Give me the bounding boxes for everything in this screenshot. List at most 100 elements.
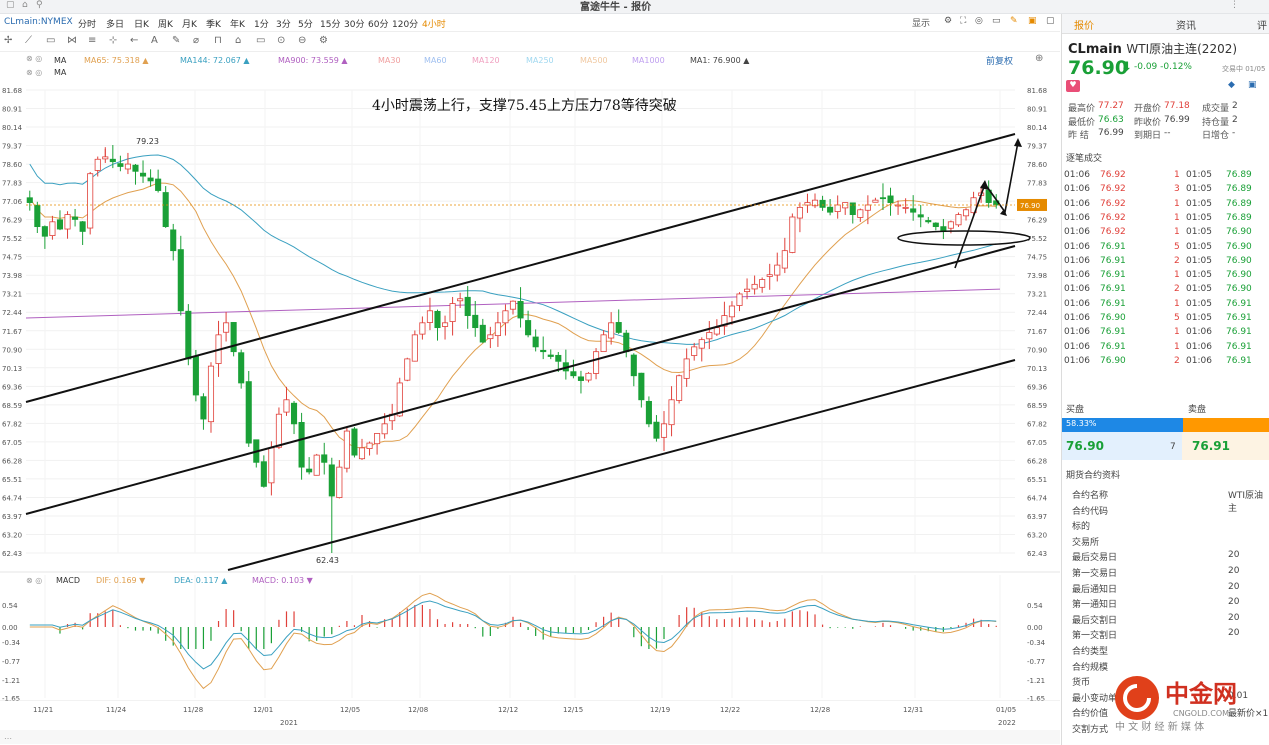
info-value: 20 (1228, 566, 1240, 576)
ma-legend-8[interactable]: MA500 (580, 56, 608, 65)
expand-icon[interactable]: ▣ (1028, 16, 1037, 26)
pencil-icon[interactable]: ✎ (172, 35, 180, 46)
period-9[interactable]: 5分 (298, 17, 313, 30)
candle-body (819, 199, 826, 208)
tick-row: 01:06 76.91 1 01:06 76.91 (1062, 342, 1269, 356)
tick-price-2: 76.91 (1226, 313, 1252, 323)
price-chart[interactable]: 81.68 80.91 80.14 79.37 78.60 77.83 77.06 76.29… (0, 80, 1060, 720)
legend-eye-icon-2[interactable]: ⊗ ◎ (26, 68, 42, 77)
cursor-icon[interactable]: ✢ (4, 35, 12, 46)
ma-legend-5[interactable]: MA60 (424, 56, 447, 65)
tick-time: 01:06 (1064, 313, 1090, 323)
legend-eye-icon[interactable]: ⊗ ◎ (26, 54, 42, 63)
down-arrow-icon: ⬇ (1121, 60, 1132, 75)
more-icon[interactable]: ⋮ (1230, 0, 1239, 10)
camera-icon[interactable]: ◎ (975, 16, 983, 26)
ma-legend-2[interactable]: MA144: 72.067 ▲ (180, 56, 250, 65)
close-icon[interactable]: ▢ (1046, 16, 1055, 26)
back-icon[interactable]: ⌂ (22, 0, 28, 10)
settings-icon[interactable]: ⚙ (319, 35, 328, 46)
share-icon[interactable]: ▣ (1248, 80, 1257, 90)
add-icon[interactable]: ⊕ (1035, 53, 1043, 64)
window-icon[interactable]: ▭ (992, 16, 1001, 26)
price-tick-left: 72.44 (2, 309, 23, 317)
period-7[interactable]: 1分 (254, 17, 269, 30)
tick-qty: 2 (1174, 355, 1180, 366)
tick-row: 01:06 76.91 1 01:05 76.91 (1062, 299, 1269, 313)
eye-icon[interactable]: ⊙ (277, 35, 285, 46)
magnet-icon[interactable]: ⊓ (214, 35, 222, 46)
price-tick-right: 73.98 (1027, 272, 1047, 280)
channel-icon[interactable]: ≡ (88, 35, 96, 46)
period-4[interactable]: 月K (182, 17, 197, 30)
ma-legend-3[interactable]: MA900: 73.559 ▲ (278, 56, 348, 65)
tab-0[interactable]: 报价 (1074, 17, 1094, 32)
symbol-label[interactable]: CLmain:NYMEX (4, 17, 73, 27)
candle-body (132, 164, 139, 172)
period-11[interactable]: 30分 (344, 17, 364, 30)
tick-price: 76.91 (1100, 298, 1126, 309)
period-2[interactable]: 日K (134, 17, 149, 30)
settings-icon[interactable]: ⚙ (944, 16, 952, 26)
ma-legend-6[interactable]: MA120 (472, 56, 500, 65)
ma-legend-7[interactable]: MA250 (526, 56, 554, 65)
bell-icon[interactable]: ◆ (1228, 80, 1235, 90)
period-3[interactable]: 周K (158, 17, 173, 30)
bid-box[interactable]: 76.90 7 (1062, 432, 1182, 460)
arrow-icon[interactable]: ← (130, 35, 138, 46)
ask-box[interactable]: 76.91 (1182, 432, 1269, 460)
ma-legend-9[interactable]: MA1000 (632, 56, 665, 65)
ma-legend-10[interactable]: MA1: 76.900 ▲ (690, 56, 749, 65)
eraser-icon[interactable]: ⌀ (193, 35, 199, 46)
period-12[interactable]: 60分 (368, 17, 388, 30)
candle-body (525, 320, 532, 336)
candle-body (147, 177, 154, 182)
tick-row: 01:06 76.92 1 01:05 76.89 (1062, 170, 1269, 184)
candle-body (834, 204, 841, 212)
watermark-logo: 中金网 CNGOLD.COM 中 文 财 经 新 媒 体 (1115, 676, 1237, 732)
period-5[interactable]: 季K (206, 17, 221, 30)
ma-legend-0[interactable]: MA (54, 56, 66, 65)
last-price: 76.90 (1068, 57, 1129, 79)
fullscreen-icon[interactable]: ⛶ (960, 16, 966, 26)
tick-time: 01:06 (1064, 241, 1090, 252)
tick-price: 76.91 (1100, 255, 1126, 266)
ma-legend-1[interactable]: MA65: 75.318 ▲ (84, 56, 148, 65)
candle-body (653, 421, 660, 439)
period-13[interactable]: 120分 (392, 17, 418, 30)
candle-body (962, 209, 970, 217)
window-icon[interactable]: ▢ (6, 0, 15, 10)
tab-2[interactable]: 评 (1257, 17, 1267, 32)
price-tick-right: 65.51 (1027, 476, 1047, 484)
stat-label-1: 开盘价 (1134, 104, 1162, 114)
period-10[interactable]: 15分 (320, 17, 340, 30)
lock-icon[interactable]: ⌂ (235, 35, 241, 46)
draw-icon[interactable]: ✎ (1010, 16, 1018, 26)
adjust-toggle[interactable]: 前复权 (986, 54, 1013, 67)
tab-1[interactable]: 资讯 (1176, 17, 1196, 32)
stat-value-6: 76.99 (1098, 128, 1124, 138)
tick-price: 76.92 (1100, 212, 1126, 223)
delete-icon[interactable]: ▭ (256, 35, 265, 46)
measure-icon[interactable]: ⊹ (109, 35, 117, 46)
text-icon[interactable]: A (151, 35, 158, 46)
period-8[interactable]: 3分 (276, 17, 291, 30)
period-0[interactable]: 分时 (78, 17, 96, 30)
period-6[interactable]: 年K (230, 17, 245, 30)
search-icon[interactable]: ⚲ (36, 0, 43, 10)
period-1[interactable]: 多日 (106, 17, 124, 30)
candle-body (72, 216, 79, 220)
stat-value-0: 77.27 (1098, 101, 1124, 111)
ma-legend-row2[interactable]: MA (54, 68, 66, 77)
period-14[interactable]: 4小时 (422, 17, 446, 30)
layers-icon[interactable]: ⊖ (298, 35, 306, 46)
display-menu[interactable]: 显示 (912, 16, 930, 29)
candle-body (381, 423, 388, 435)
tick-row: 01:06 76.92 3 01:05 76.89 (1062, 184, 1269, 198)
info-label: 交易所 (1072, 537, 1100, 548)
rect-icon[interactable]: ▭ (46, 35, 55, 46)
favorite-icon[interactable]: ♥ (1066, 80, 1080, 92)
ma-legend-4[interactable]: MA30 (378, 56, 401, 65)
trend-line-icon[interactable]: ⟋ (25, 35, 32, 46)
fib-icon[interactable]: ⋈ (67, 35, 77, 46)
